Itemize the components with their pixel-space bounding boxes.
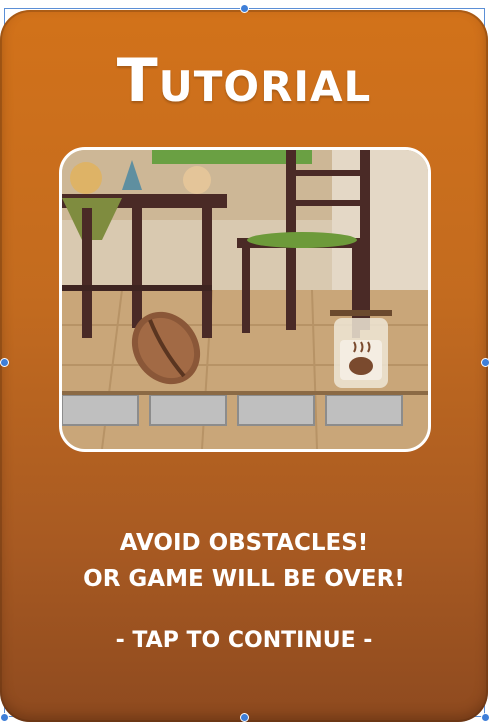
tutorial-card[interactable]: Tutorial AVOID OBSTACLES! OR GAME WILL B… [0, 10, 488, 722]
instruction-line-1: AVOID OBSTACLES! [119, 530, 369, 556]
resize-handle-right[interactable] [481, 358, 490, 367]
instruction-line-2: OR GAME WILL BE OVER! [83, 566, 405, 592]
selection-frame: Tutorial AVOID OBSTACLES! OR GAME WILL B… [0, 0, 491, 725]
tap-to-continue[interactable]: - TAP TO CONTINUE - [0, 628, 488, 653]
resize-handle-top[interactable] [240, 4, 249, 13]
resize-handle-bottom-left[interactable] [0, 713, 9, 722]
platform-row [62, 391, 428, 426]
tutorial-preview-image [59, 147, 431, 452]
stone-block-icon [237, 394, 315, 426]
stone-block-icon [149, 394, 227, 426]
resize-handle-bottom-right[interactable] [481, 713, 490, 722]
game-scene [62, 150, 428, 449]
stone-block-icon [325, 394, 403, 426]
coffee-jar-icon [330, 310, 392, 388]
stone-block-icon [62, 394, 139, 426]
tutorial-title: Tutorial [116, 46, 372, 116]
resize-handle-bottom[interactable] [240, 713, 249, 722]
resize-handle-left[interactable] [0, 358, 9, 367]
